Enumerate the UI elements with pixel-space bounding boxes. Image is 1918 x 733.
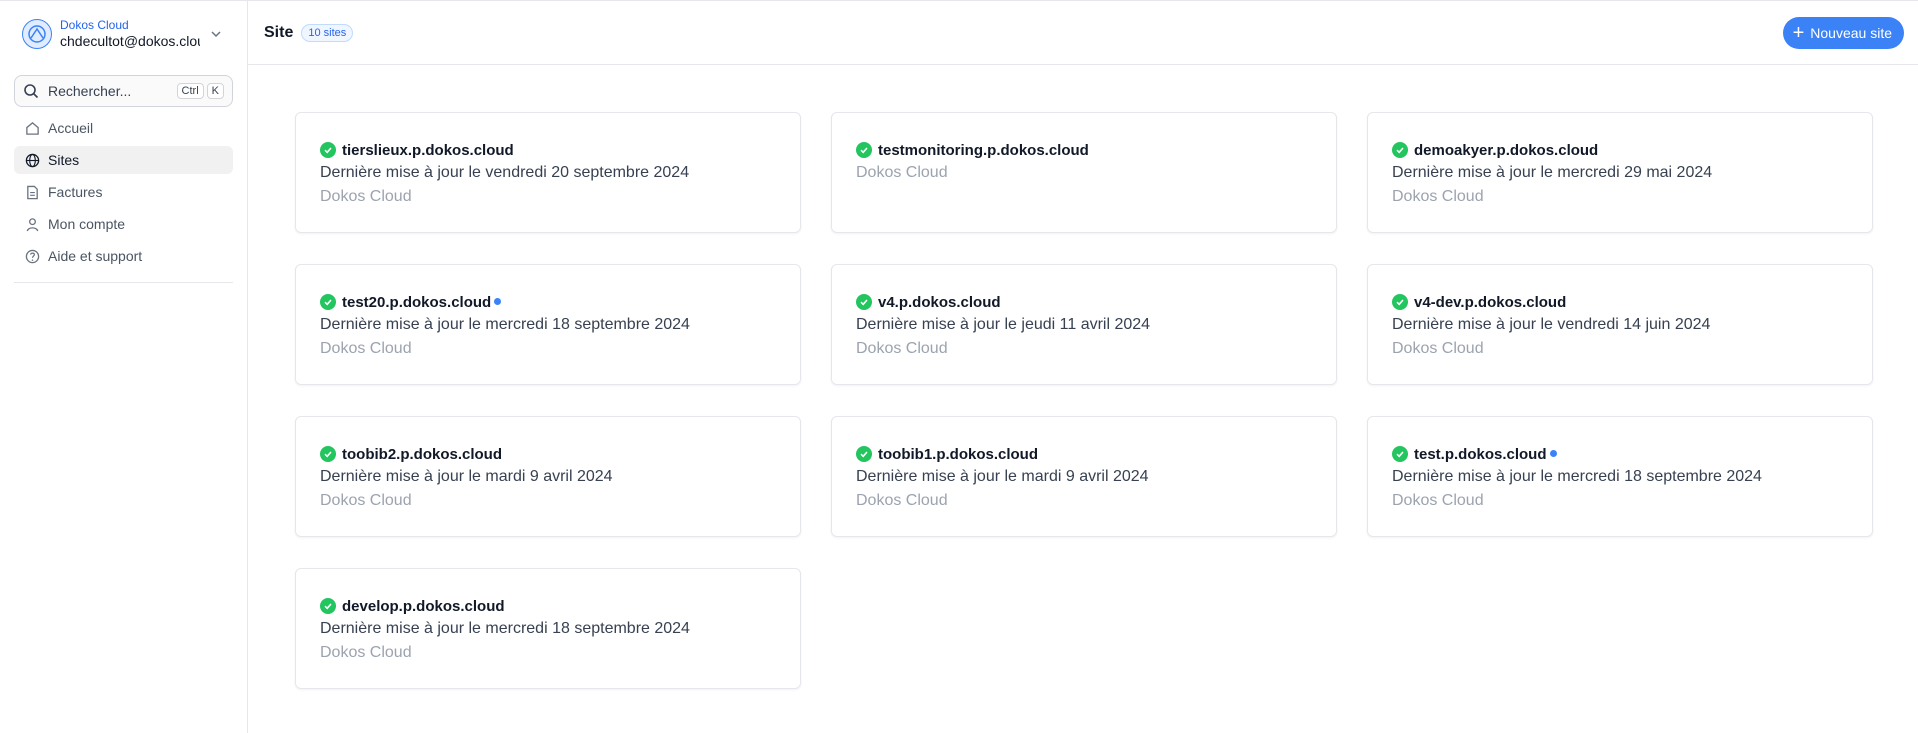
- sidebar-item-accueil[interactable]: Accueil: [14, 114, 233, 142]
- sidebar-item-label: Sites: [48, 152, 80, 168]
- shortcut-k: K: [206, 83, 224, 99]
- site-last-update: Dernière mise à jour le jeudi 11 avril 2…: [856, 316, 1151, 333]
- site-org: Dokos Cloud: [320, 340, 412, 357]
- search-label: Rechercher...: [48, 83, 132, 99]
- site-org: Dokos Cloud: [856, 492, 948, 509]
- site-org: Dokos Cloud: [320, 492, 412, 509]
- account-email: chdecultot@dokos.cloud: [60, 32, 200, 49]
- main-content: Site 10 sites + Nouveau site tierslieux.…: [248, 1, 1918, 733]
- site-last-update: Dernière mise à jour le mardi 9 avril 20…: [856, 468, 1149, 485]
- site-last-update: Dernière mise à jour le vendredi 14 juin…: [1392, 316, 1711, 333]
- site-name: toobib1.p.dokos.cloud: [878, 445, 1038, 463]
- site-org: Dokos Cloud: [1392, 340, 1484, 357]
- check-circle-icon: [1392, 142, 1408, 158]
- site-org: Dokos Cloud: [320, 188, 412, 205]
- check-circle-icon: [1392, 446, 1408, 462]
- site-last-update: Dernière mise à jour le vendredi 20 sept…: [320, 164, 690, 181]
- site-org: Dokos Cloud: [1392, 188, 1484, 205]
- sidebar-item-label: Accueil: [48, 120, 94, 136]
- site-card[interactable]: toobib1.p.dokos.cloud Dernière mise à jou…: [831, 416, 1337, 537]
- sidebar-item-sites[interactable]: Sites: [14, 146, 233, 174]
- site-count-badge: 10 sites: [301, 23, 354, 42]
- site-title: test20.p.dokos.cloud: [320, 292, 776, 312]
- check-circle-icon: [320, 446, 336, 462]
- new-site-label: Nouveau site: [1810, 24, 1892, 41]
- search-icon: [23, 82, 41, 100]
- site-name: tierslieux.p.dokos.cloud: [342, 141, 514, 159]
- site-title: v4.p.dokos.cloud: [856, 292, 1312, 312]
- check-circle-icon: [320, 142, 336, 158]
- site-card[interactable]: test.p.dokos.cloud Dernière mise à jour l…: [1367, 416, 1873, 537]
- page-header: Site 10 sites + Nouveau site: [248, 1, 1918, 65]
- site-card[interactable]: testmonitoring.p.dokos.cloud Dokos Cloud: [831, 112, 1337, 233]
- site-last-update: Dernière mise à jour le mercredi 18 sept…: [320, 316, 690, 333]
- site-org: Dokos Cloud: [856, 340, 948, 357]
- user-icon: [24, 216, 40, 232]
- check-circle-icon: [856, 142, 872, 158]
- sites-grid: tierslieux.p.dokos.cloud Dernière mise à …: [248, 65, 1918, 689]
- check-circle-icon: [856, 446, 872, 462]
- site-card[interactable]: v4.p.dokos.cloud Dernière mise à jour le …: [831, 264, 1337, 385]
- org-logo-icon: [22, 19, 52, 49]
- site-title: test.p.dokos.cloud: [1392, 444, 1848, 464]
- site-name: v4-dev.p.dokos.cloud: [1414, 293, 1567, 311]
- site-card[interactable]: test20.p.dokos.cloud Dernière mise à jour…: [295, 264, 801, 385]
- site-title: testmonitoring.p.dokos.cloud: [856, 140, 1312, 160]
- site-name: develop.p.dokos.cloud: [342, 597, 505, 615]
- sidebar-item-label: Aide et support: [48, 248, 143, 264]
- site-card[interactable]: demoakyer.p.dokos.cloud Dernière mise à j…: [1367, 112, 1873, 233]
- site-title: develop.p.dokos.cloud: [320, 596, 776, 616]
- site-last-update: Dernière mise à jour le mardi 9 avril 20…: [320, 468, 613, 485]
- plus-icon: +: [1792, 21, 1805, 44]
- site-title: tierslieux.p.dokos.cloud: [320, 140, 776, 160]
- check-circle-icon: [856, 294, 872, 310]
- sidebar-item-label: Mon compte: [48, 216, 126, 232]
- site-title: toobib2.p.dokos.cloud: [320, 444, 776, 464]
- file-icon: [24, 184, 40, 200]
- site-title: v4-dev.p.dokos.cloud: [1392, 292, 1848, 312]
- site-name: v4.p.dokos.cloud: [878, 293, 1001, 311]
- site-org: Dokos Cloud: [320, 644, 412, 661]
- update-dot-icon: [494, 297, 502, 305]
- site-title: demoakyer.p.dokos.cloud: [1392, 140, 1848, 160]
- chevron-down-icon: [208, 26, 224, 42]
- site-name: demoakyer.p.dokos.cloud: [1414, 141, 1599, 159]
- site-name: test.p.dokos.cloud: [1414, 445, 1547, 463]
- sidebar-nav: Accueil Sites Factures Mon compte Aide et su…: [14, 114, 233, 283]
- site-card[interactable]: toobib2.p.dokos.cloud Dernière mise à jou…: [295, 416, 801, 537]
- site-last-update: Dernière mise à jour le mercredi 18 sept…: [320, 620, 690, 637]
- update-dot-icon: [1549, 449, 1557, 457]
- site-card[interactable]: tierslieux.p.dokos.cloud Dernière mise à …: [295, 112, 801, 233]
- check-circle-icon: [320, 598, 336, 614]
- home-icon: [24, 120, 40, 136]
- check-circle-icon: [320, 294, 336, 310]
- site-title: toobib1.p.dokos.cloud: [856, 444, 1312, 464]
- site-name: toobib2.p.dokos.cloud: [342, 445, 502, 463]
- site-last-update: Dernière mise à jour le mercredi 29 mai …: [1392, 164, 1713, 181]
- help-icon: [24, 248, 40, 264]
- shortcut-ctrl: Ctrl: [176, 83, 204, 99]
- sidebar-item-factures[interactable]: Factures: [14, 178, 233, 206]
- new-site-button[interactable]: + Nouveau site: [1782, 16, 1904, 49]
- search-button[interactable]: Rechercher... Ctrl K: [14, 75, 233, 107]
- page-title: Site: [264, 23, 294, 41]
- globe-icon: [24, 152, 40, 168]
- sidebar-item-label: Factures: [48, 184, 103, 200]
- site-name: testmonitoring.p.dokos.cloud: [878, 141, 1089, 159]
- site-last-update: Dernière mise à jour le mercredi 18 sept…: [1392, 468, 1762, 485]
- sidebar-item-aide-et-support[interactable]: Aide et support: [14, 242, 233, 270]
- sidebar: Dokos Cloud chdecultot@dokos.cloud Reche…: [0, 1, 248, 733]
- site-org: Dokos Cloud: [856, 164, 948, 181]
- sidebar-item-mon-compte[interactable]: Mon compte: [14, 210, 233, 238]
- site-name: test20.p.dokos.cloud: [342, 293, 492, 311]
- site-card[interactable]: develop.p.dokos.cloud Dernière mise à jou…: [295, 568, 801, 689]
- site-org: Dokos Cloud: [1392, 492, 1484, 509]
- account-switcher[interactable]: Dokos Cloud chdecultot@dokos.cloud: [22, 15, 233, 53]
- site-card[interactable]: v4-dev.p.dokos.cloud Dernière mise à jour…: [1367, 264, 1873, 385]
- check-circle-icon: [1392, 294, 1408, 310]
- account-org: Dokos Cloud: [60, 18, 129, 33]
